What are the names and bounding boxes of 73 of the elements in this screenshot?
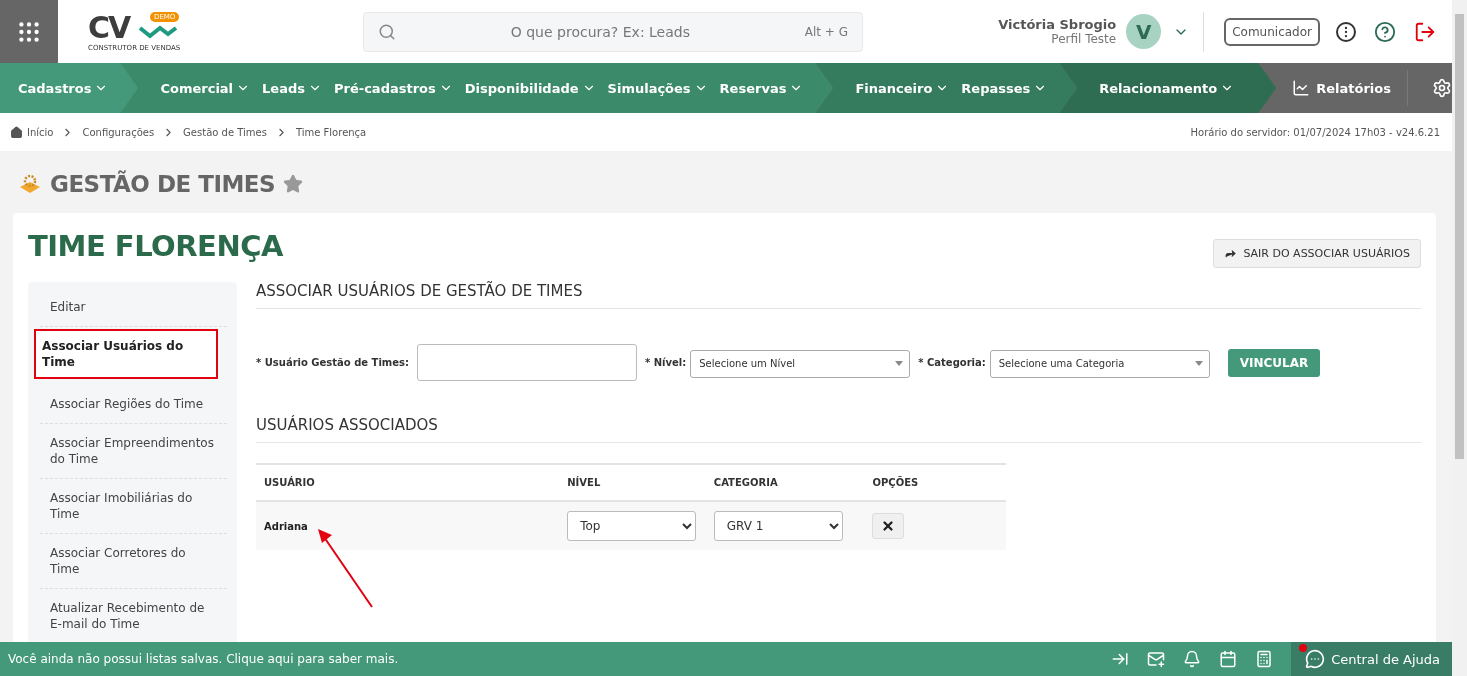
nav-menu-item[interactable]: Financeiro bbox=[855, 80, 950, 96]
user-name: Victória Sbrogio bbox=[998, 17, 1117, 32]
reports-link[interactable]: Relatórios bbox=[1276, 79, 1407, 97]
logo-text: CV bbox=[88, 11, 130, 44]
logout-button[interactable] bbox=[1414, 20, 1436, 43]
settings-icon bbox=[1432, 78, 1452, 98]
mail-icon bbox=[1147, 650, 1166, 668]
user-avatar: V bbox=[1126, 14, 1162, 49]
level-select[interactable]: Top bbox=[567, 511, 697, 541]
favorite-star-icon[interactable] bbox=[283, 174, 304, 194]
notifications-button[interactable] bbox=[1183, 650, 1202, 668]
more-options-button[interactable] bbox=[1336, 21, 1356, 42]
sidebar-item[interactable]: Associar Regiões do Time bbox=[40, 385, 227, 424]
chat-icon bbox=[1305, 649, 1326, 669]
bell-icon bbox=[1183, 650, 1202, 668]
dropdown-triangle-icon bbox=[1194, 361, 1203, 366]
help-center-button[interactable]: Central de Ajuda bbox=[1291, 642, 1452, 676]
sidebar-item[interactable]: Associar Imobiliárias do Time bbox=[40, 479, 227, 534]
apps-menu-button[interactable] bbox=[0, 0, 58, 63]
breadcrumb-link[interactable]: Gestão de Times bbox=[183, 126, 267, 138]
collapse-button[interactable] bbox=[1111, 650, 1130, 668]
sidebar-item[interactable]: Associar Empreendimentos do Time bbox=[40, 424, 227, 479]
calculator-button[interactable] bbox=[1255, 650, 1274, 668]
close-icon bbox=[881, 519, 896, 533]
section-title: ASSOCIAR USUÁRIOS DE GESTÃO DE TIMES bbox=[256, 282, 1421, 309]
notification-dot bbox=[1299, 644, 1308, 652]
nav-menu-item[interactable]: Simulações bbox=[607, 80, 708, 96]
team-gear-icon bbox=[18, 173, 42, 195]
user-input-field[interactable] bbox=[417, 344, 637, 381]
help-button[interactable] bbox=[1374, 20, 1396, 43]
nav-menu-item[interactable]: Relacionamento bbox=[1099, 80, 1235, 96]
sidebar-item[interactable]: Editar bbox=[40, 288, 227, 327]
field-label: * Categoria: bbox=[918, 357, 986, 368]
search-icon bbox=[378, 22, 396, 41]
breadcrumb-link[interactable]: Início bbox=[27, 126, 54, 138]
calculator-icon bbox=[1255, 650, 1274, 668]
line-chart-icon bbox=[1292, 79, 1311, 97]
nav-menu-item[interactable]: Reservas bbox=[719, 80, 804, 96]
dropdown-triangle-icon bbox=[895, 361, 904, 366]
breadcrumb-link[interactable]: Configurações bbox=[82, 126, 155, 138]
page-title: GESTÃO DE TIMES bbox=[50, 171, 276, 197]
nav-menu-item[interactable]: Leads bbox=[262, 80, 322, 96]
server-time: Horário do servidor: 01/07/2024 17h03 - v24.6.21 bbox=[1190, 126, 1440, 138]
level-select[interactable]: Selecione um Nível bbox=[690, 349, 911, 378]
calendar-button[interactable] bbox=[1219, 650, 1238, 668]
help-icon bbox=[1374, 20, 1396, 43]
calendar-icon bbox=[1219, 650, 1238, 668]
nav-menu-item[interactable]: Disponibilidade bbox=[464, 80, 596, 96]
field-label: * Nível: bbox=[645, 357, 687, 368]
category-select[interactable]: Selecione uma Categoria bbox=[989, 349, 1210, 378]
nav-menu-item[interactable]: Repasses bbox=[961, 80, 1048, 96]
breadcrumb-link[interactable]: Time Florença bbox=[295, 126, 367, 138]
nav-menu-item[interactable]: Pré-cadastros bbox=[334, 80, 453, 96]
more-options-icon bbox=[1336, 21, 1356, 42]
shortcut-hint: Alt + G bbox=[804, 24, 848, 39]
nav-menu-item[interactable]: Comercial bbox=[160, 80, 251, 96]
arrow-to-line-icon bbox=[1111, 650, 1130, 668]
exit-button[interactable]: SAIR DO ASSOCIAR USUÁRIOS bbox=[1213, 239, 1421, 268]
user-profile: Perfil Teste bbox=[1051, 32, 1117, 46]
delete-button[interactable] bbox=[872, 513, 905, 539]
sidebar-item[interactable]: Associar Usuários do Time bbox=[34, 329, 218, 379]
field-label: * Usuário Gestão de Times: bbox=[256, 357, 409, 368]
communicator-button[interactable]: Comunicador bbox=[1224, 17, 1320, 46]
category-select[interactable]: GRV 1 bbox=[713, 511, 843, 541]
logo-wave-icon bbox=[138, 23, 178, 40]
card-title: TIME FLORENÇA bbox=[28, 229, 283, 263]
mail-button[interactable] bbox=[1147, 650, 1166, 668]
sidebar-item[interactable]: Associar Corretores do Time bbox=[40, 534, 227, 589]
share-arrow-icon bbox=[1224, 247, 1238, 260]
table-cell: Adriana bbox=[256, 501, 560, 550]
section-title: USUÁRIOS ASSOCIADOS bbox=[256, 416, 1421, 443]
home-icon bbox=[10, 125, 23, 139]
logout-icon bbox=[1414, 20, 1436, 43]
